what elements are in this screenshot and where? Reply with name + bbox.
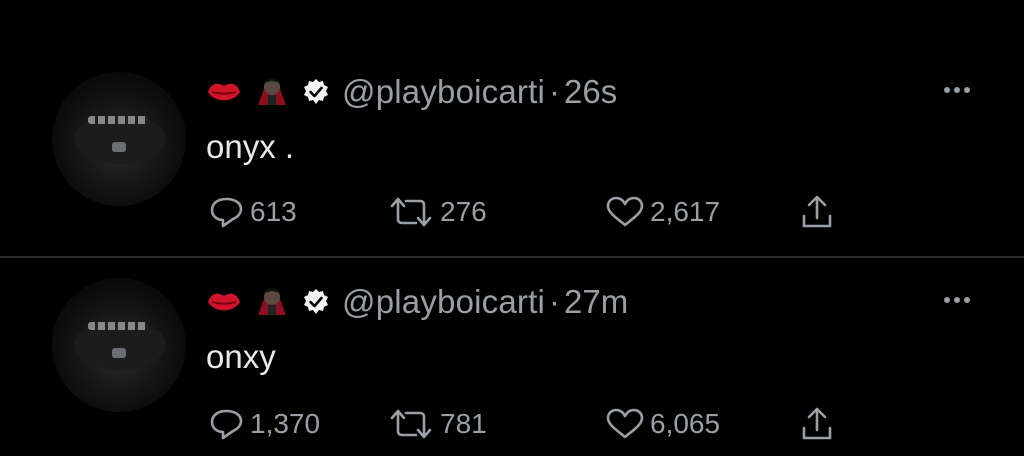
more-dots-icon[interactable] [942,82,972,93]
like-count: 2,617 [650,196,721,227]
retweet-icon [390,409,432,439]
heart-icon [606,408,644,439]
retweet-button[interactable]: 276 [386,195,604,229]
avatar[interactable] [52,72,186,206]
vampire-emoji-icon [254,285,290,319]
retweet-button[interactable]: 781 [386,407,604,441]
timestamp[interactable]: 26s [564,73,617,111]
share-icon [802,195,832,228]
avatar-teeth [88,116,148,124]
retweet-count: 276 [440,196,487,227]
tweet-header: @playboicarti · 27m [206,282,628,322]
share-icon [802,407,832,440]
verified-badge-icon [302,288,330,316]
reply-button[interactable]: 1,370 [206,407,386,441]
reply-count: 1,370 [250,408,321,439]
tweet-1[interactable]: @playboicarti · 26s onyx . 613 276 2,617 [0,0,1024,256]
share-button[interactable] [800,406,840,442]
like-button[interactable]: 6,065 [604,407,800,441]
avatar-gem [112,142,126,152]
more-dots-icon[interactable] [942,292,972,303]
user-handle[interactable]: @playboicarti [342,283,545,321]
user-handle[interactable]: @playboicarti [342,73,545,111]
share-button[interactable] [800,194,840,230]
tweet-2[interactable]: @playboicarti · 27m onxy 1,370 781 6,065 [0,258,1024,456]
vampire-emoji-icon [254,75,290,109]
retweet-icon [390,197,432,227]
tweet-text: onyx . [206,128,295,165]
lips-emoji-icon [206,285,242,319]
reply-button[interactable]: 613 [206,195,386,229]
tweet-header: @playboicarti · 26s [206,72,617,112]
separator-dot: · [549,283,561,320]
lips-emoji-icon [206,75,242,109]
reply-icon [210,409,243,440]
verified-badge-icon [302,78,330,106]
avatar-teeth [88,322,148,330]
tweet-text: onxy [206,338,276,375]
retweet-count: 781 [440,408,487,439]
like-button[interactable]: 2,617 [604,195,800,229]
heart-icon [606,196,644,227]
avatar[interactable] [52,278,186,412]
reply-count: 613 [250,196,297,227]
reply-icon [210,197,243,228]
tweet-actions: 1,370 781 6,065 [206,406,840,442]
like-count: 6,065 [650,408,721,439]
timestamp[interactable]: 27m [564,283,628,321]
separator-dot: · [549,73,561,110]
tweet-actions: 613 276 2,617 [206,194,840,230]
avatar-gem [112,348,126,358]
